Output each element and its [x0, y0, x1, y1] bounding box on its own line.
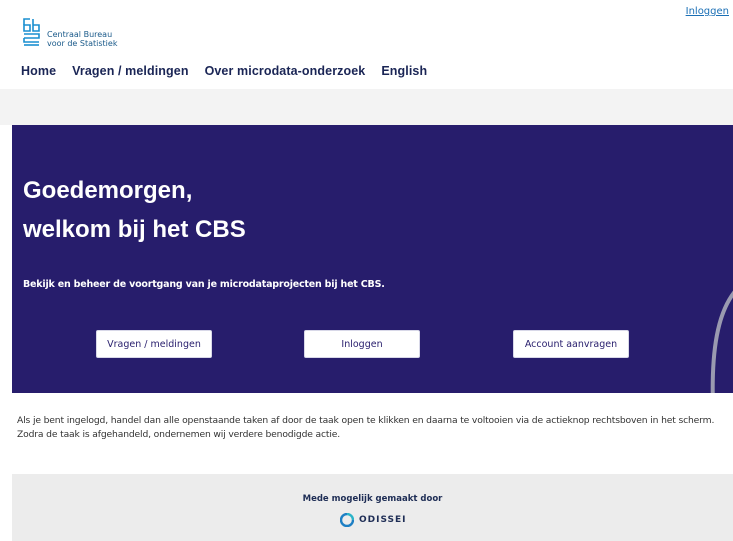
made-possible-label: Mede mogelijk gemaakt door — [302, 494, 443, 504]
decorative-arc-icon — [710, 290, 733, 393]
main-nav: Home Vragen / meldingen Over microdata-o… — [21, 64, 427, 78]
hero-title-line-1: Goedemorgen, — [23, 177, 193, 204]
login-button[interactable]: Inloggen — [304, 330, 420, 358]
logo-line-2: voor de Statistiek — [47, 39, 118, 48]
hero-banner: Goedemorgen, welkom bij het CBS Bekijk e… — [12, 125, 733, 393]
nav-microdata-research[interactable]: Over microdata-onderzoek — [205, 64, 366, 78]
questions-button[interactable]: Vragen / meldingen — [96, 330, 212, 358]
top-bar: Inloggen Centraal Bureau voor de Statist… — [0, 0, 733, 90]
hero-title-line-2: welkom bij het CBS — [23, 216, 246, 243]
login-link[interactable]: Inloggen — [686, 6, 729, 17]
sub-bar — [0, 89, 733, 125]
hero-title: Goedemorgen, welkom bij het CBS — [23, 171, 246, 249]
nav-home[interactable]: Home — [21, 64, 56, 78]
odissei-logo[interactable]: ODISSEI — [340, 513, 407, 527]
hero-lead: Bekijk en beheer de voortgang van je mic… — [23, 279, 385, 290]
info-line-2: Zodra de taak is afgehandeld, ondernemen… — [17, 429, 341, 440]
cbs-logo-icon — [23, 18, 40, 46]
info-line-1: Als je bent ingelogd, handel dan alle op… — [17, 415, 715, 426]
odissei-icon — [340, 513, 354, 527]
odissei-label: ODISSEI — [359, 515, 407, 525]
logo-text: Centraal Bureau voor de Statistiek — [47, 30, 117, 48]
request-account-button[interactable]: Account aanvragen — [513, 330, 629, 358]
nav-questions[interactable]: Vragen / meldingen — [72, 64, 188, 78]
cbs-logo[interactable]: Centraal Bureau voor de Statistiek — [22, 16, 117, 48]
nav-english[interactable]: English — [381, 64, 427, 78]
footer: Mede mogelijk gemaakt door ODISSEI — [12, 474, 733, 541]
info-text: Als je bent ingelogd, handel dan alle op… — [17, 414, 722, 442]
logo-line-1: Centraal Bureau — [47, 30, 113, 39]
